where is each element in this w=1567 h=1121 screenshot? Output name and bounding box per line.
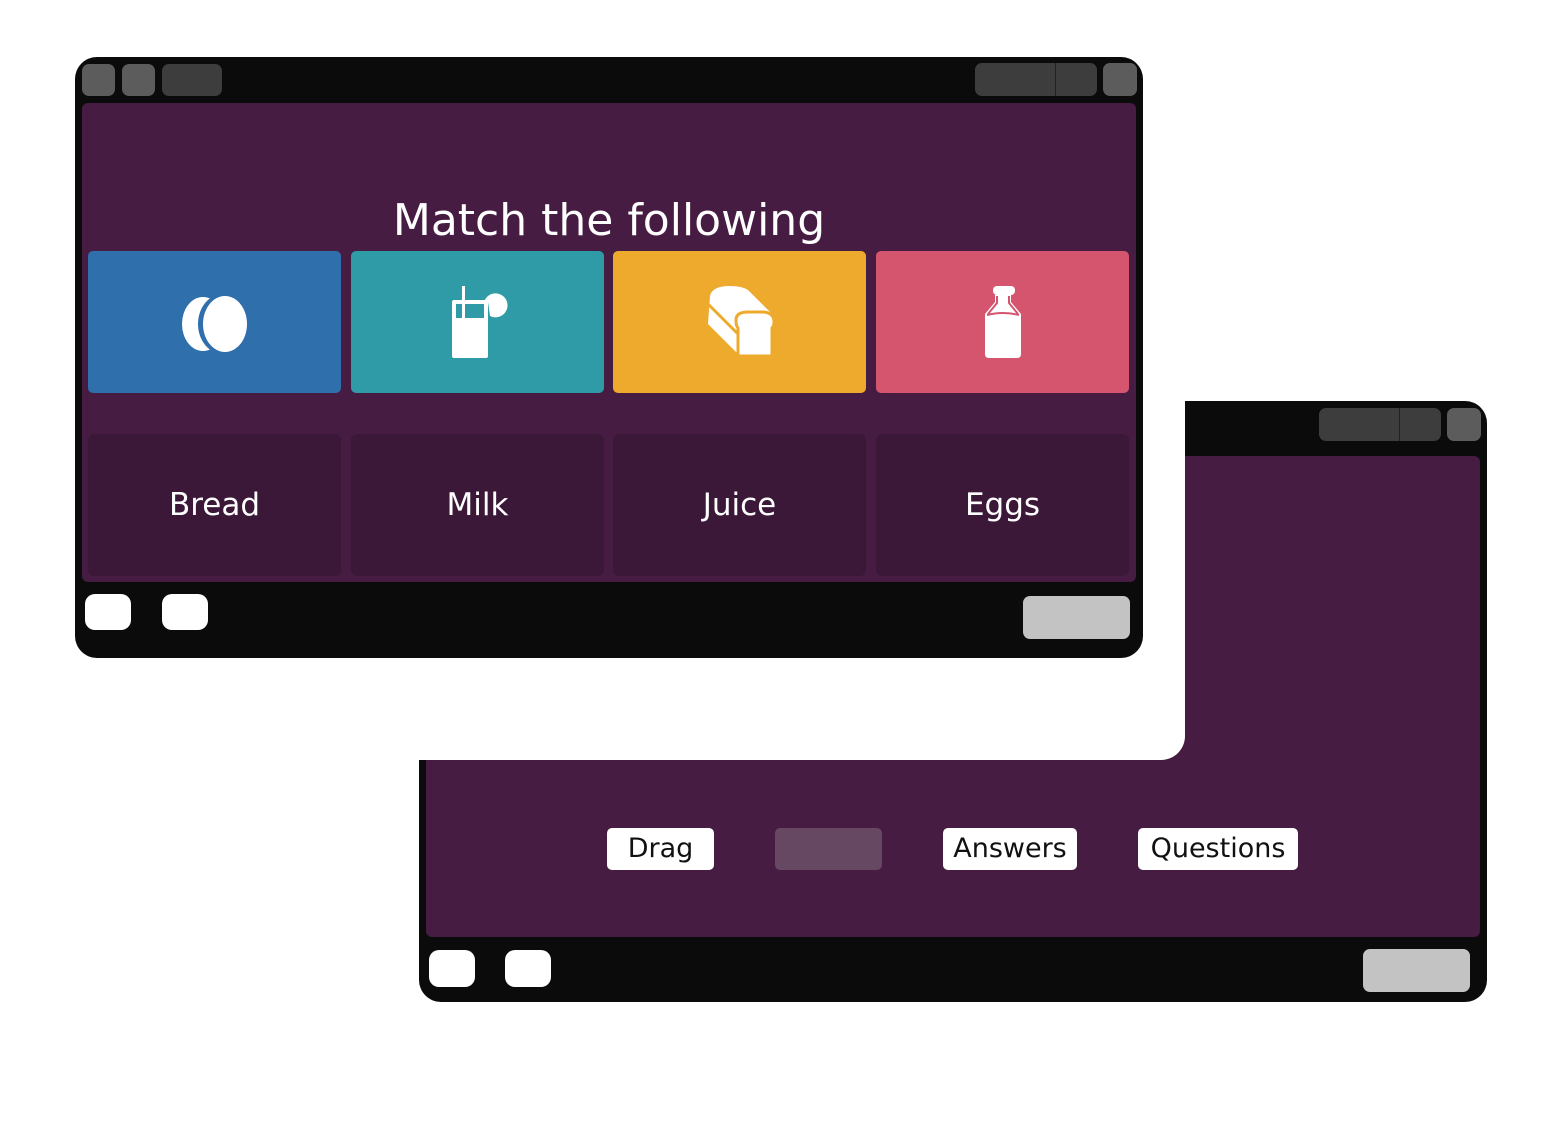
front-content: Match the following Bread Milk Juice Egg…: [82, 103, 1136, 582]
eggs-icon: [181, 294, 248, 354]
tile-milk[interactable]: [876, 251, 1129, 393]
toolbar-button[interactable]: [1447, 408, 1481, 441]
toolbar-button-group[interactable]: [975, 63, 1097, 96]
footer-button-2[interactable]: [505, 950, 551, 987]
tile-juice[interactable]: [351, 251, 604, 393]
footer-button-1[interactable]: [429, 950, 475, 987]
juice-icon: [451, 286, 508, 358]
footer-button-1[interactable]: [85, 594, 131, 630]
chip-questions[interactable]: Questions: [1138, 828, 1298, 870]
bread-icon: [706, 286, 776, 358]
toolbar-button-3[interactable]: [162, 64, 222, 96]
chip-drag[interactable]: Drag: [607, 828, 714, 870]
answer-cell-eggs[interactable]: Eggs: [876, 434, 1129, 576]
chip-empty[interactable]: [775, 828, 882, 870]
toolbar-button[interactable]: [1103, 63, 1137, 96]
toolbar-button-1[interactable]: [82, 64, 115, 96]
answer-cell-bread[interactable]: Bread: [88, 434, 341, 576]
answer-cell-juice[interactable]: Juice: [613, 434, 866, 576]
toolbar-button-group[interactable]: [1319, 408, 1441, 441]
front-window: Match the following Bread Milk Juice Egg…: [75, 57, 1143, 658]
chip-answers[interactable]: Answers: [943, 828, 1077, 870]
group-divider: [1055, 63, 1056, 96]
milk-bottle-icon: [984, 286, 1021, 358]
tile-bread[interactable]: [613, 251, 866, 393]
tile-eggs[interactable]: [88, 251, 341, 393]
page-title: Match the following: [392, 195, 826, 246]
answer-cell-milk[interactable]: Milk: [351, 434, 604, 576]
footer-button-2[interactable]: [162, 594, 208, 630]
footer-action-button[interactable]: [1023, 596, 1130, 639]
group-divider: [1399, 408, 1400, 441]
footer-action-button[interactable]: [1363, 949, 1470, 992]
toolbar-button-2[interactable]: [122, 64, 155, 96]
